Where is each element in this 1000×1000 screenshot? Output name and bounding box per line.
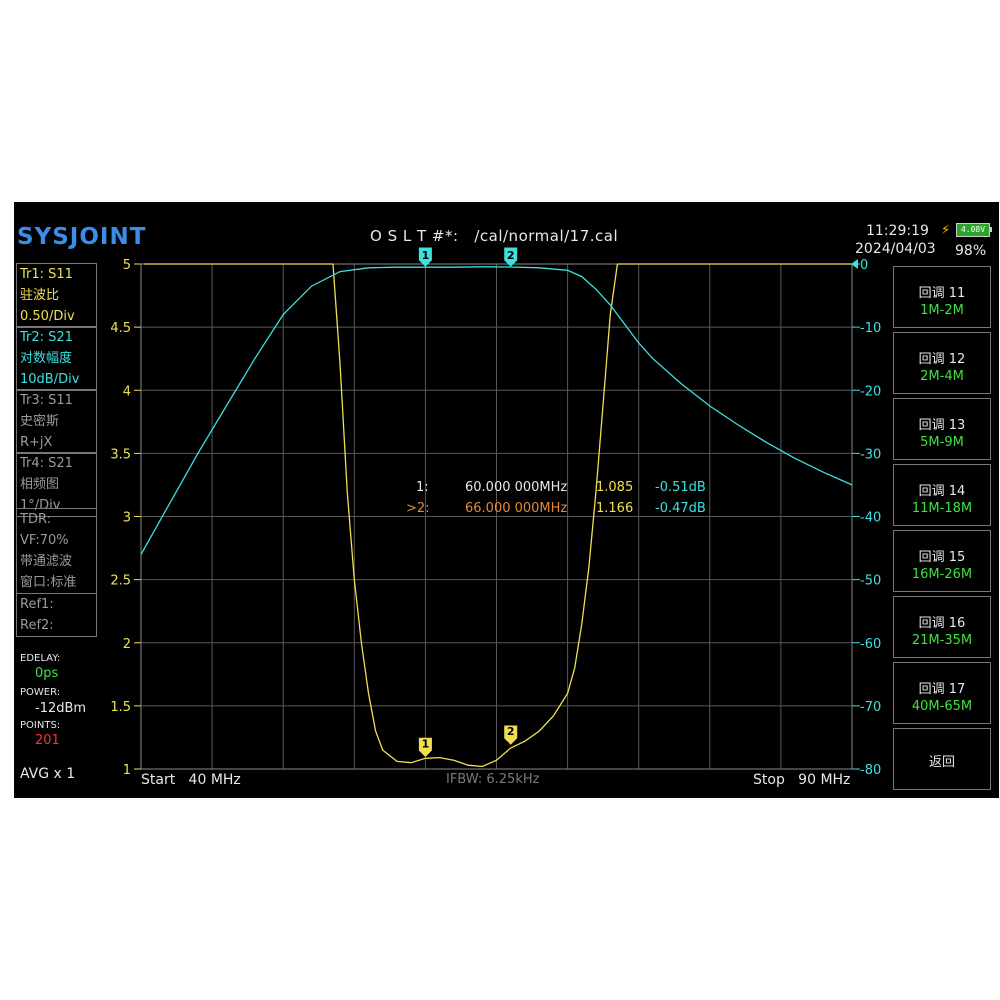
marker-1-frequency: 60.000 000MHz — [465, 480, 568, 495]
recall-17-range: 40M-65M — [911, 699, 973, 714]
right-tick-label: -60 — [860, 637, 881, 652]
back-label: 返回 — [928, 755, 955, 770]
recall-15-button[interactable]: 回调 15 16M-26M — [893, 530, 991, 592]
marker-2-s21-flag: 2 — [504, 247, 518, 267]
left-tick-label: 4 — [123, 384, 131, 399]
start-frequency[interactable]: Start 40 MHz — [141, 772, 241, 788]
recall-13-range: 5M-9M — [920, 435, 964, 450]
marker-1-s21-flag: 1 — [418, 247, 432, 267]
right-tick-label: 0 — [860, 258, 868, 273]
left-tick-label: 2 — [123, 637, 131, 652]
recall-14-range: 11M-18M — [911, 501, 973, 516]
recall-15-range: 16M-26M — [911, 567, 973, 582]
right-tick-label: -30 — [860, 447, 881, 462]
marker-2-prefix: >2: — [406, 501, 430, 516]
recall-12-button[interactable]: 回调 12 2M-4M — [893, 332, 991, 394]
left-tick-label: 1.5 — [110, 700, 131, 715]
recall-13-button[interactable]: 回调 13 5M-9M — [893, 398, 991, 460]
marker-2-swr-flag: 2 — [504, 725, 518, 745]
recall-16-button[interactable]: 回调 16 21M-35M — [893, 596, 991, 658]
recall-17-button[interactable]: 回调 17 40M-65M — [893, 662, 991, 724]
ifbw-label[interactable]: IFBW: 6.25kHz — [446, 772, 539, 787]
marker-2-swr: 1.166 — [596, 501, 634, 516]
vna-screen: SYSJOINT O S L T #*: /cal/normal/17.cal … — [14, 202, 999, 798]
marker-1-prefix: 1: — [416, 480, 429, 495]
recall-13-label: 回调 13 — [918, 418, 966, 433]
back-button[interactable]: 返回 — [893, 728, 991, 790]
marker-1-swr-flag: 1 — [418, 737, 432, 757]
right-tick-label: -10 — [860, 321, 881, 336]
marker-2-s21-flag-text: 2 — [507, 249, 515, 262]
left-tick-label: 4.5 — [110, 321, 131, 336]
marker-1-s21-flag-text: 1 — [422, 249, 430, 262]
left-axis-ticks: 5 4.5 4 3.5 3 2.5 2 1.5 1 — [110, 258, 141, 778]
stop-frequency[interactable]: Stop 90 MHz — [753, 772, 850, 788]
right-tick-label: -40 — [860, 511, 881, 526]
marker-2-db: -0.47dB — [655, 501, 706, 516]
recall-11-button[interactable]: 回调 11 1M-2M — [893, 266, 991, 328]
right-axis-ticks: 0 -10 -20 -30 -40 -50 -60 -70 -80 — [852, 258, 881, 778]
marker-1-db: -0.51dB — [655, 480, 706, 495]
marker-2-swr-flag-text: 2 — [507, 725, 515, 738]
recall-15-label: 回调 15 — [918, 550, 966, 565]
right-tick-label: -70 — [860, 700, 881, 715]
recall-16-label: 回调 16 — [918, 616, 966, 631]
right-tick-label: -50 — [860, 574, 881, 589]
recall-12-range: 2M-4M — [920, 369, 964, 384]
left-tick-label: 3 — [123, 511, 131, 526]
recall-11-label: 回调 11 — [918, 286, 966, 301]
left-tick-label: 3.5 — [110, 447, 131, 462]
right-tick-label: -80 — [860, 763, 881, 778]
left-tick-label: 5 — [123, 258, 131, 273]
marker-2-frequency: 66.000 000MHz — [465, 501, 568, 516]
measurement-plot[interactable]: 5 4.5 4 3.5 3 2.5 2 1.5 1 0 -10 -20 -30 -40 -50 -60 -70… — [14, 202, 999, 798]
left-tick-label: 2.5 — [110, 574, 131, 589]
recall-14-label: 回调 14 — [918, 484, 966, 499]
plot-grid — [140, 263, 853, 770]
recall-11-range: 1M-2M — [920, 303, 964, 318]
recall-12-label: 回调 12 — [918, 352, 966, 367]
recall-17-label: 回调 17 — [918, 682, 966, 697]
left-tick-label: 1 — [123, 763, 131, 778]
recall-16-range: 21M-35M — [911, 633, 973, 648]
marker-1-swr: 1.085 — [596, 480, 634, 495]
recall-14-button[interactable]: 回调 14 11M-18M — [893, 464, 991, 526]
marker-1-swr-flag-text: 1 — [422, 737, 430, 750]
right-tick-label: -20 — [860, 384, 881, 399]
